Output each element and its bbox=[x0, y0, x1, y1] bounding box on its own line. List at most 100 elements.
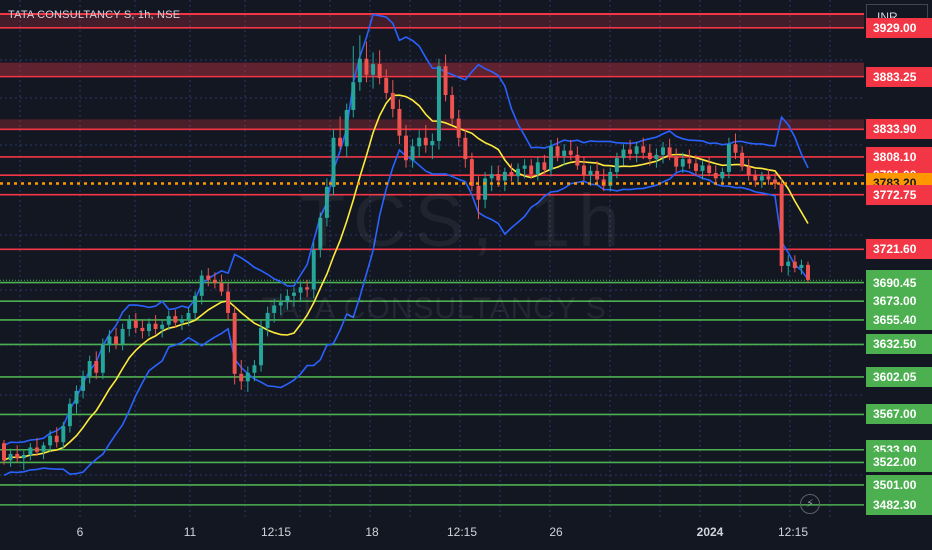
candle-body bbox=[726, 144, 731, 172]
candle-body bbox=[792, 261, 797, 269]
candle-body bbox=[753, 175, 758, 181]
candle-body bbox=[212, 279, 217, 284]
candle-body bbox=[81, 375, 86, 391]
candle-body bbox=[147, 323, 151, 332]
candle-body bbox=[41, 445, 46, 452]
candle-body bbox=[54, 435, 59, 443]
x-tick-label: 18 bbox=[365, 525, 379, 539]
candle-body bbox=[759, 176, 764, 181]
candle-body bbox=[34, 447, 39, 452]
watermark-symbol: TCS, 1h bbox=[300, 179, 628, 262]
x-tick-label: 6 bbox=[76, 525, 84, 539]
x-tick-label: 2024 bbox=[696, 525, 724, 539]
chart-area[interactable]: TCS, 1h TATA CONSULTANCY S TATA CONSULTA… bbox=[0, 0, 932, 550]
candle-body bbox=[120, 328, 125, 344]
candle-body bbox=[252, 365, 257, 373]
candle-body bbox=[127, 320, 132, 329]
candle-body bbox=[107, 336, 112, 345]
candle-body bbox=[410, 146, 415, 161]
lightning-bolt-icon[interactable]: ⚡︎ bbox=[800, 494, 820, 514]
candle-body bbox=[549, 146, 553, 170]
candle-body bbox=[61, 426, 66, 443]
candle-body bbox=[351, 82, 356, 111]
candle-body bbox=[28, 447, 33, 455]
chart-canvas[interactable] bbox=[0, 0, 932, 550]
candle-body bbox=[450, 95, 455, 119]
candle-body bbox=[140, 327, 145, 332]
candle-body bbox=[48, 435, 53, 446]
candle-body bbox=[575, 154, 580, 166]
price-tag: 3673.00 bbox=[866, 291, 932, 312]
candle-body bbox=[245, 372, 250, 382]
candle-body bbox=[357, 58, 362, 83]
candle-body bbox=[259, 327, 263, 366]
candle-body bbox=[423, 137, 428, 146]
candle-body bbox=[463, 137, 468, 160]
candle-body bbox=[173, 316, 178, 323]
candle-body bbox=[614, 158, 619, 172]
candle-body bbox=[529, 165, 534, 175]
candle-body bbox=[133, 320, 138, 328]
candle-body bbox=[720, 171, 725, 179]
candle-body bbox=[713, 173, 718, 179]
candle-body bbox=[621, 149, 626, 159]
candle-body bbox=[417, 137, 422, 147]
candle-body bbox=[740, 152, 745, 167]
candle-body bbox=[364, 58, 369, 75]
price-tag: 3883.25 bbox=[866, 66, 932, 87]
candle-body bbox=[647, 152, 652, 160]
candle-body bbox=[806, 264, 810, 280]
candle-body bbox=[628, 149, 633, 154]
candle-body bbox=[166, 316, 171, 325]
candle-body bbox=[2, 443, 6, 461]
price-tag: 3482.30 bbox=[866, 494, 932, 515]
candle-body bbox=[344, 110, 349, 147]
candle-body bbox=[680, 159, 685, 167]
price-tag: 3501.00 bbox=[866, 474, 932, 495]
candle-body bbox=[654, 154, 659, 160]
price-tag: 3721.60 bbox=[866, 239, 932, 260]
candle-body bbox=[179, 319, 184, 323]
x-tick-label: 12:15 bbox=[446, 525, 478, 539]
price-tag: 3655.40 bbox=[866, 309, 932, 330]
candle-body bbox=[509, 171, 514, 177]
candle-body bbox=[667, 147, 672, 158]
candle-body bbox=[114, 336, 119, 344]
candle-body bbox=[542, 162, 547, 170]
candle-body bbox=[193, 295, 198, 313]
candle-body bbox=[693, 163, 698, 171]
candle-body bbox=[568, 150, 573, 155]
candle-body bbox=[674, 157, 679, 167]
candle-body bbox=[100, 344, 105, 373]
price-tag: 3833.90 bbox=[866, 119, 932, 140]
candle-body bbox=[700, 165, 705, 171]
candle-body bbox=[219, 283, 224, 292]
candle-body bbox=[733, 144, 738, 153]
price-tag: 3690.45 bbox=[866, 272, 932, 293]
candle-body bbox=[21, 454, 26, 459]
candle-body bbox=[436, 66, 441, 141]
candle-body bbox=[799, 264, 804, 269]
resistance-zone bbox=[0, 62, 864, 77]
price-tag: 3522.00 bbox=[866, 452, 932, 473]
candle-body bbox=[581, 165, 586, 176]
candle-body bbox=[390, 92, 395, 109]
price-tag: 3602.05 bbox=[866, 366, 932, 387]
candle-body bbox=[661, 147, 665, 155]
candle-body bbox=[634, 146, 639, 154]
candle-body bbox=[239, 373, 244, 382]
candle-body bbox=[371, 64, 376, 75]
candle-body bbox=[160, 324, 165, 329]
candle-body bbox=[94, 360, 99, 373]
candle-body bbox=[687, 159, 692, 164]
candle-body bbox=[456, 118, 461, 138]
candle-body bbox=[562, 150, 567, 156]
candle-body bbox=[555, 146, 560, 156]
candle-body bbox=[384, 77, 389, 93]
candle-body bbox=[232, 312, 237, 374]
watermark-company: TATA CONSULTANCY S bbox=[262, 292, 607, 325]
candle-body bbox=[707, 165, 712, 174]
price-tag: 3772.75 bbox=[866, 184, 932, 205]
candle-body bbox=[305, 287, 310, 290]
candle-body bbox=[186, 312, 191, 320]
